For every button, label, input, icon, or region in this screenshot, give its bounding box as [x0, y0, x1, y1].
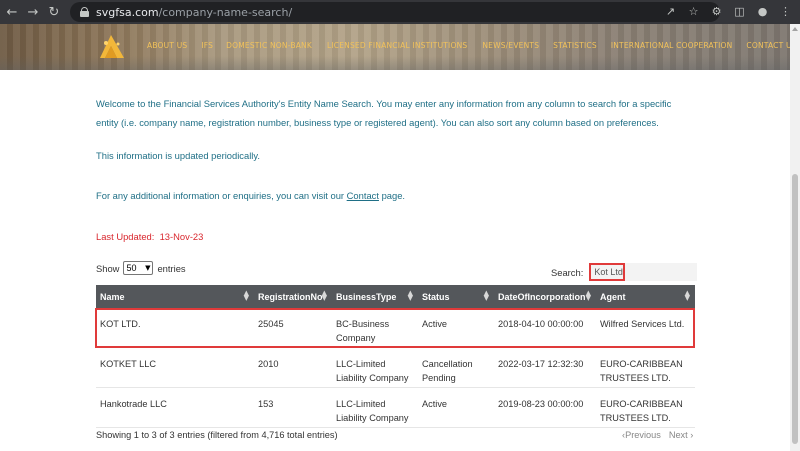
cell-date: 2022-03-17 12:32:30	[498, 359, 584, 369]
table-info: Showing 1 to 3 of 3 entries (filtered fr…	[96, 430, 338, 440]
table-search: Search: Kot Ltd	[551, 263, 698, 281]
sort-icon: ▲ ▼	[407, 289, 413, 302]
main-navigation: ABOUT US IFS DOMESTIC NON-BANK LICENSED …	[147, 41, 797, 50]
last-updated: Last Updated: 13-Nov-23	[96, 227, 203, 246]
cell-status: Active	[422, 399, 448, 409]
nav-domestic-non-bank[interactable]: DOMESTIC NON-BANK	[226, 41, 312, 50]
pagination: ‹Previous Next ›	[622, 430, 693, 440]
cell-business-type: BC-Business Company	[336, 319, 390, 343]
sort-icon: ▲ ▼	[321, 289, 327, 302]
chevron-down-icon: ▼	[145, 264, 151, 272]
scroll-up-icon[interactable]	[792, 27, 798, 31]
nav-licensed-financial-institutions[interactable]: LICENSED FINANCIAL INSTITUTIONS	[327, 41, 467, 50]
column-header-agent[interactable]: Agent ▲ ▼	[596, 285, 695, 308]
sort-icon: ▲ ▼	[243, 289, 249, 302]
column-header-registration[interactable]: RegistrationNo ▲ ▼	[254, 285, 332, 308]
next-button[interactable]: Next ›	[669, 430, 694, 440]
lock-icon[interactable]	[80, 7, 89, 17]
share-icon[interactable]: ↗	[662, 3, 679, 20]
address-bar[interactable]: svgfsa.com/company-name-search/	[70, 2, 720, 22]
nav-news-events[interactable]: NEWS/EVENTS	[482, 41, 539, 50]
cell-name: KOTKET LLC	[100, 359, 156, 369]
sort-icon: ▲ ▼	[684, 289, 690, 302]
last-updated-label: Last Updated:	[96, 231, 155, 242]
search-label: Search:	[551, 266, 584, 278]
enquiries-text-end: page.	[378, 190, 406, 201]
enquiries-text: For any additional information or enquir…	[96, 190, 347, 201]
nav-ifs[interactable]: IFS	[201, 41, 213, 50]
menu-icon[interactable]: ⋮	[777, 3, 794, 20]
cell-agent: Wilfred Services Ltd.	[600, 319, 685, 329]
sort-icon: ▲ ▼	[483, 289, 489, 302]
cell-name: Hankotrade LLC	[100, 399, 167, 409]
search-value-highlight: Kot Ltd	[589, 263, 626, 281]
entries-select[interactable]: 50 ▼	[123, 261, 154, 275]
cell-status: Cancellation Pending	[422, 359, 473, 383]
nav-about-us[interactable]: ABOUT US	[147, 41, 187, 50]
search-input[interactable]: Kot Ltd	[589, 263, 698, 281]
update-frequency-text: This information is updated periodically…	[96, 150, 260, 161]
logo-icon[interactable]	[97, 34, 127, 60]
cell-name: KOT LTD.	[100, 319, 141, 329]
back-icon[interactable]: ←	[3, 3, 21, 21]
table-row[interactable]: Hankotrade LLC 153 LLC-Limited Liability…	[96, 388, 695, 428]
entries-length-control: Show 50 ▼ entries	[96, 261, 186, 275]
cell-agent: EURO-CARIBBEAN TRUSTEES LTD.	[600, 399, 683, 423]
previous-button[interactable]: ‹Previous	[622, 430, 661, 440]
table-row[interactable]: KOT LTD. 25045 BC-Business Company Activ…	[96, 308, 695, 348]
cell-status: Active	[422, 319, 448, 329]
sidepanel-icon[interactable]: ◫	[731, 3, 748, 20]
cell-registration: 25045	[258, 319, 284, 329]
entries-label: entries	[157, 262, 186, 274]
column-header-status[interactable]: Status ▲ ▼	[418, 285, 494, 308]
forward-icon[interactable]: →	[24, 3, 42, 21]
last-updated-date: 13-Nov-23	[159, 231, 204, 242]
column-header-date[interactable]: DateOfIncorporation ▲ ▼	[494, 285, 596, 308]
table-row[interactable]: KOTKET LLC 2010 LLC-Limited Liability Co…	[96, 348, 695, 388]
cell-date: 2018-04-10 00:00:00	[498, 319, 584, 329]
star-icon[interactable]: ☆	[685, 3, 702, 20]
entity-table: Name ▲ ▼ RegistrationNo ▲ ▼ BusinessType ▲ ▼ S…	[95, 285, 695, 428]
reload-icon[interactable]: ↻	[45, 3, 63, 21]
cell-agent: EURO-CARIBBEAN TRUSTEES LTD.	[600, 359, 683, 383]
browser-toolbar: ← → ↻ svgfsa.com/company-name-search/ ↗ …	[0, 0, 800, 24]
cell-registration: 2010	[258, 359, 279, 369]
contact-link[interactable]: Contact	[347, 190, 379, 201]
table-header-row: Name ▲ ▼ RegistrationNo ▲ ▼ BusinessType ▲ ▼ S…	[96, 285, 695, 308]
cell-registration: 153	[258, 399, 274, 409]
cell-business-type: LLC-Limited Liability Company	[336, 399, 409, 423]
profile-icon[interactable]: ●	[754, 3, 771, 20]
page-scrollbar[interactable]	[790, 24, 800, 451]
column-header-name[interactable]: Name ▲ ▼	[96, 285, 254, 308]
sort-icon: ▲ ▼	[585, 289, 591, 302]
scrollbar-thumb[interactable]	[792, 174, 798, 444]
url-text: svgfsa.com/company-name-search/	[96, 5, 293, 19]
nav-international-cooperation[interactable]: INTERNATIONAL COOPERATION	[611, 41, 733, 50]
cell-date: 2019-08-23 00:00:00	[498, 399, 584, 409]
show-label: Show	[96, 262, 120, 274]
nav-statistics[interactable]: STATISTICS	[553, 41, 597, 50]
cell-business-type: LLC-Limited Liability Company	[336, 359, 409, 383]
column-header-business-type[interactable]: BusinessType ▲ ▼	[332, 285, 418, 308]
extensions-icon[interactable]: ⚙	[708, 3, 725, 20]
enquiries-paragraph: For any additional information or enquir…	[96, 186, 405, 205]
entries-select-value: 50	[126, 263, 137, 273]
intro-paragraph: Welcome to the Financial Services Author…	[96, 98, 672, 128]
